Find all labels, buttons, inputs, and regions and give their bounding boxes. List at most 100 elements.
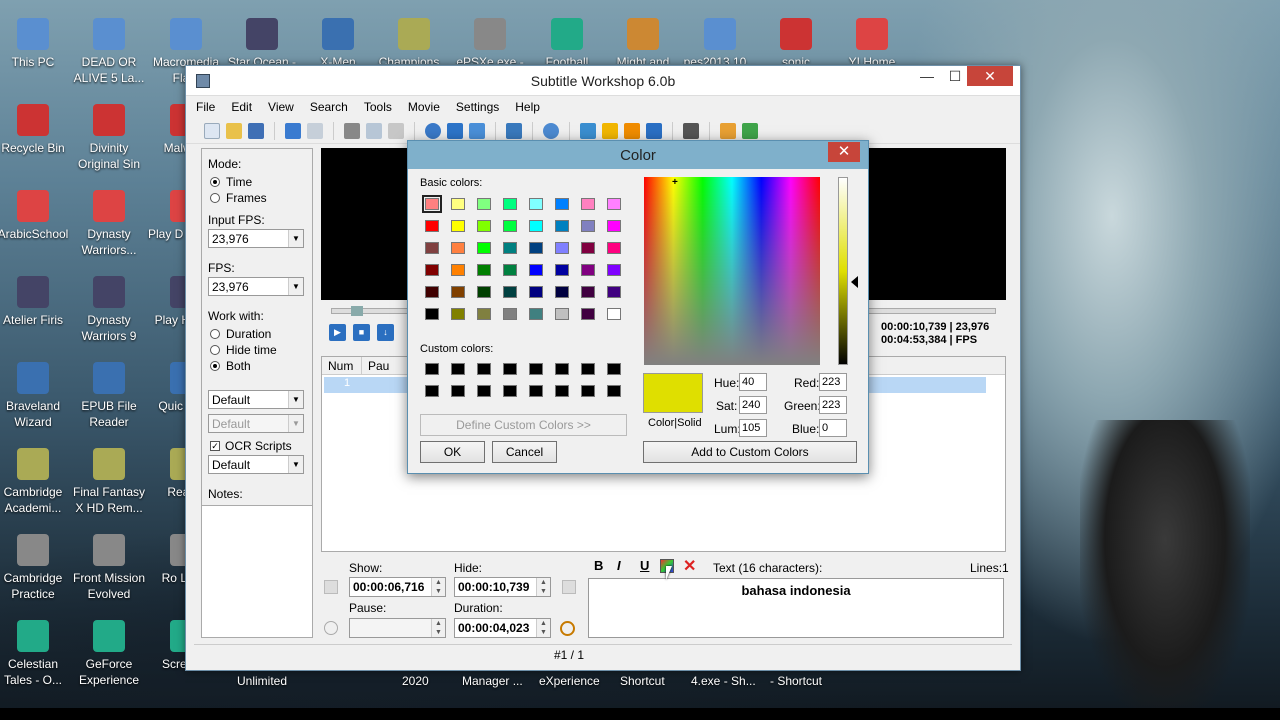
video-icon[interactable] <box>683 122 699 139</box>
menu-settings[interactable]: Settings <box>456 100 499 114</box>
basic-color-swatch[interactable] <box>451 242 465 254</box>
custom-color-swatch[interactable] <box>555 385 569 397</box>
desktop-icon-col1-7[interactable]: Celestian Tales - O... <box>0 620 73 688</box>
desktop-label-bottom-2[interactable]: Manager ... <box>462 674 523 688</box>
desktop-icon-top-5[interactable]: Might and <box>603 18 683 64</box>
basic-color-swatch[interactable] <box>529 220 543 232</box>
col-num[interactable]: Num <box>322 357 362 374</box>
custom-color-swatch[interactable] <box>607 363 621 375</box>
mode-frames-radio[interactable]: Frames <box>210 191 267 205</box>
export-icon[interactable] <box>720 122 736 139</box>
cut-icon[interactable] <box>344 122 360 139</box>
custom-color-swatch[interactable] <box>425 385 439 397</box>
hide-time-input[interactable]: 00:00:10,739 ▲ ▼ <box>454 577 551 597</box>
open-folder-icon[interactable] <box>226 122 242 139</box>
basic-color-swatch[interactable] <box>425 286 439 298</box>
basic-color-swatch[interactable] <box>451 308 465 320</box>
custom-color-swatch[interactable] <box>529 385 543 397</box>
basic-color-swatch[interactable] <box>581 220 595 232</box>
remove-tags-icon[interactable]: ✕ <box>683 556 696 576</box>
ocr-script-select[interactable]: Default ▼ <box>208 455 304 474</box>
import-icon[interactable] <box>742 122 758 139</box>
mode-time-radio[interactable]: Time <box>210 175 252 189</box>
color-dialog-close-button[interactable]: ✕ <box>828 142 860 162</box>
desktop-icon-col1-2[interactable]: ArabicSchool <box>0 190 73 242</box>
basic-color-swatch[interactable] <box>607 198 621 210</box>
menu-movie[interactable]: Movie <box>408 100 440 114</box>
basic-color-swatch[interactable] <box>581 198 595 210</box>
basic-color-swatch[interactable] <box>581 242 595 254</box>
basic-color-swatch[interactable] <box>529 308 543 320</box>
basic-color-swatch[interactable] <box>607 286 621 298</box>
basic-color-swatch[interactable] <box>607 308 621 320</box>
comment-icon[interactable] <box>469 122 485 139</box>
desktop-icon-top-6[interactable]: pes2013 10... <box>680 18 760 64</box>
desktop-icon-col2-2[interactable]: Dynasty Warriors... <box>69 190 149 258</box>
desktop-icon-top-4[interactable]: Football <box>527 18 607 64</box>
desktop-icon-col2-0[interactable]: DEAD OR ALIVE 5 La... <box>69 18 149 86</box>
desktop-icon-col1-3[interactable]: Atelier Firis <box>0 276 73 328</box>
basic-color-swatch[interactable] <box>425 220 439 232</box>
basic-color-swatch[interactable] <box>555 264 569 276</box>
basic-color-swatch[interactable] <box>451 264 465 276</box>
info-icon[interactable] <box>624 122 640 139</box>
custom-color-swatch[interactable] <box>581 385 595 397</box>
paste-icon[interactable] <box>388 122 404 139</box>
desktop-icon-top-0[interactable]: Star Ocean - <box>222 18 302 64</box>
basic-color-swatch[interactable] <box>503 264 517 276</box>
seek-thumb[interactable] <box>351 306 363 316</box>
close-button[interactable]: ✕ <box>967 66 1013 86</box>
custom-color-swatch[interactable] <box>503 363 517 375</box>
basic-color-swatch[interactable] <box>581 286 595 298</box>
desktop-icon-top-8[interactable]: YI Home <box>832 18 912 64</box>
basic-color-swatch[interactable] <box>477 308 491 320</box>
menu-search[interactable]: Search <box>310 100 348 114</box>
prev-subtitle-icon[interactable] <box>324 580 338 594</box>
basic-color-swatch[interactable] <box>581 264 595 276</box>
desktop-icon-col2-5[interactable]: Final Fantasy X HD Rem... <box>69 448 149 516</box>
pascal-script-icon[interactable] <box>646 122 662 139</box>
basic-color-swatch[interactable] <box>529 264 543 276</box>
menu-file[interactable]: File <box>196 100 215 114</box>
desktop-label-bottom-6[interactable]: - Shortcut <box>770 674 822 688</box>
custom-color-swatch[interactable] <box>425 363 439 375</box>
basic-color-swatch[interactable] <box>477 286 491 298</box>
custom-color-swatch[interactable] <box>503 385 517 397</box>
basic-color-swatch[interactable] <box>529 286 543 298</box>
basic-color-swatch[interactable] <box>555 198 569 210</box>
custom-color-swatch[interactable] <box>451 385 465 397</box>
basic-color-swatch[interactable] <box>607 220 621 232</box>
basic-color-swatch[interactable] <box>477 198 491 210</box>
desktop-icon-col2-4[interactable]: EPUB File Reader <box>69 362 149 430</box>
menu-edit[interactable]: Edit <box>231 100 252 114</box>
desktop-icon-col1-4[interactable]: Braveland Wizard <box>0 362 73 430</box>
step-button[interactable]: ↓ <box>377 324 394 341</box>
desktop-icon-top-7[interactable]: sonic <box>756 18 836 64</box>
desktop-icon-col1-1[interactable]: Recycle Bin <box>0 104 73 156</box>
sat-input[interactable]: 240 <box>739 396 767 414</box>
desktop-icon-col2-6[interactable]: Front Mission Evolved <box>69 534 149 602</box>
add-to-custom-colors-button[interactable]: Add to Custom Colors <box>643 441 857 463</box>
basic-color-swatch[interactable] <box>529 242 543 254</box>
pause-time-input[interactable]: ▲ ▼ <box>349 618 446 638</box>
desktop-label-bottom-0[interactable]: Unlimited <box>237 674 287 688</box>
desktop-label-bottom-4[interactable]: Shortcut <box>620 674 665 688</box>
custom-color-swatch[interactable] <box>555 363 569 375</box>
basic-color-swatch[interactable] <box>529 198 543 210</box>
italic-button[interactable]: I <box>617 558 621 573</box>
underline-button[interactable]: U <box>640 558 649 573</box>
copy-icon[interactable] <box>366 122 382 139</box>
basic-color-swatch[interactable] <box>555 242 569 254</box>
ok-button[interactable]: OK <box>420 441 485 463</box>
basic-color-swatch[interactable] <box>555 286 569 298</box>
search-icon[interactable] <box>543 122 559 139</box>
work-hide-time-radio[interactable]: Hide time <box>210 343 277 357</box>
green-input[interactable]: 223 <box>819 396 847 414</box>
custom-color-swatch[interactable] <box>529 363 543 375</box>
basic-color-swatch[interactable] <box>503 286 517 298</box>
luminosity-bar[interactable] <box>838 177 848 365</box>
redo-icon[interactable] <box>307 122 323 139</box>
fps-select[interactable]: 23,976 ▼ <box>208 277 304 296</box>
desktop-icon-col2-7[interactable]: GeForce Experience <box>69 620 149 688</box>
basic-color-swatch[interactable] <box>503 220 517 232</box>
